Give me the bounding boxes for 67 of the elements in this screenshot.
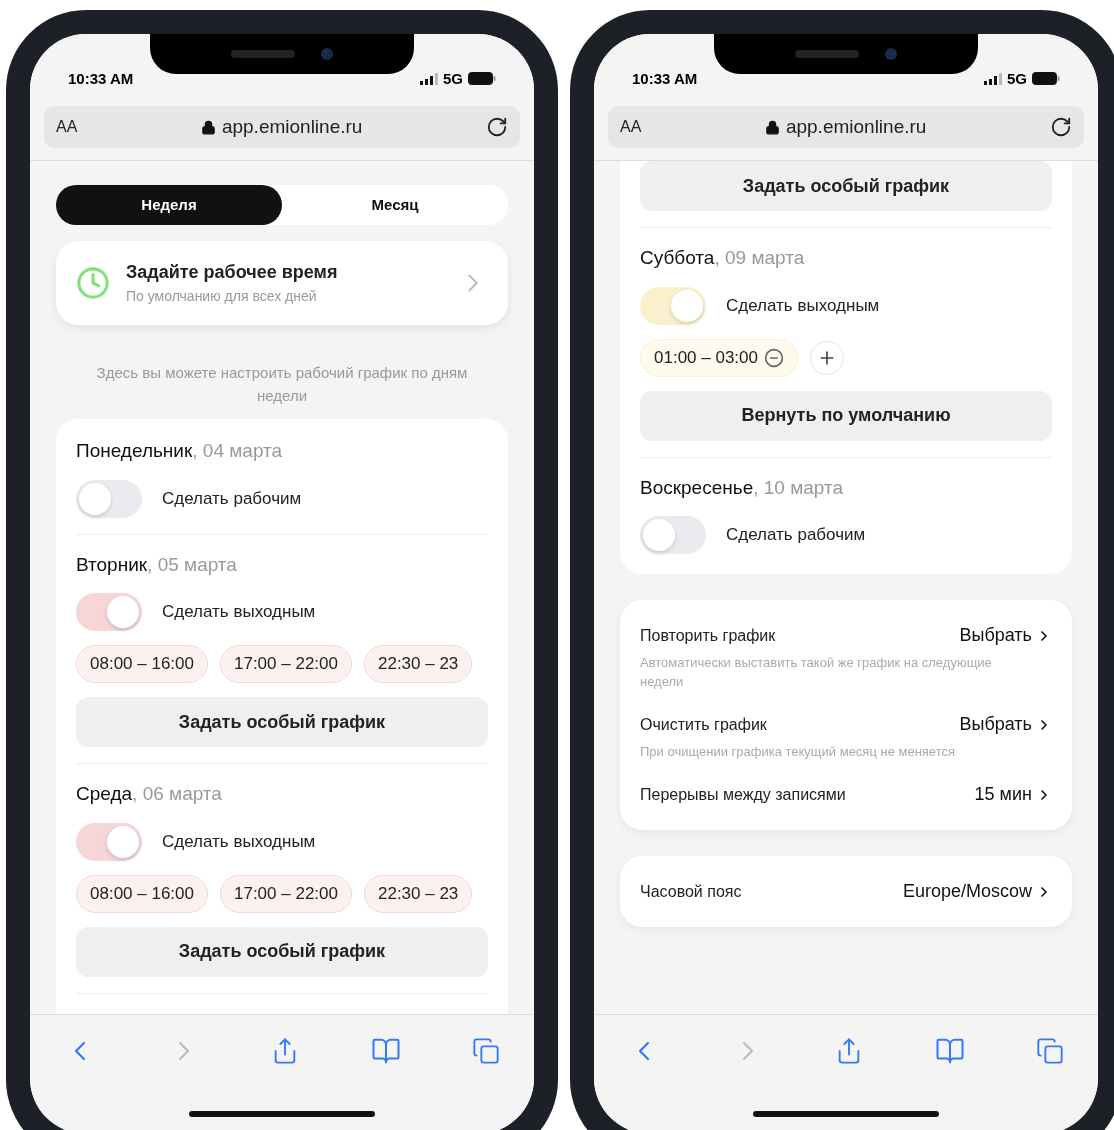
setting-description: Автоматически выставить такой же график на следующие недели [640,654,993,691]
toggle-switch[interactable] [640,286,706,325]
time-chip[interactable]: 22:30 – 23 [363,874,473,913]
toggle-label: Сделать рабочим [726,524,866,547]
address-bar[interactable]: AA app.emionline.ru [44,106,520,148]
toggle-label: Сделать выходным [162,601,316,624]
toggle-switch[interactable] [76,593,142,631]
time-chip[interactable]: 17:00 – 22:00 [220,874,352,913]
setting-label: Повторить график [640,625,776,646]
time-chip[interactable]: 17:00 – 22:00 [220,645,352,683]
time-chip[interactable]: 22:30 – 23 [363,645,473,683]
tab[interactable]: Неделя [56,185,282,225]
clock-icon [76,266,110,300]
setting-value-link[interactable]: Выбрать [959,622,1052,649]
card-title: Задайте рабочее время [126,261,339,284]
day-title: Вторник, 05 марта [76,552,238,577]
time-chip[interactable]: 01:00 – 03:00 [640,338,798,377]
text-size-button[interactable]: AA [620,115,642,139]
battery-icon [468,72,496,86]
setting-label: Очистить график [640,714,767,735]
lock-icon [764,119,780,135]
toggle-switch[interactable] [640,516,706,554]
tabs-icon[interactable] [472,1037,500,1065]
url-text: app.emionline.ru [785,114,927,139]
battery-icon [1032,72,1060,86]
text-size-button[interactable]: AA [56,115,78,139]
url-text: app.emionline.ru [221,114,363,139]
setting-label: Часовой пояс [640,881,742,902]
add-button[interactable] [810,340,844,375]
setting-value-link[interactable]: Выбрать [959,711,1052,738]
time-range: 01:00 – 03:00 [654,346,758,369]
schedule-button[interactable]: Задать особый график [76,697,488,747]
reload-icon[interactable] [1050,116,1072,138]
schedule-button[interactable]: Задать особый график [76,926,488,977]
day-title: Суббота, 09 марта [640,246,806,270]
setting-label: Перерывы между записями [640,784,846,805]
toggle-label: Сделать выходным [162,830,316,853]
tabs-icon[interactable] [1036,1037,1064,1065]
status-time: 10:33 AM [632,68,698,89]
time-chip[interactable]: 08:00 – 16:00 [76,874,208,913]
schedule-button[interactable]: Вернуть по умолчанию [640,390,1052,441]
toggle-label: Сделать выходным [726,294,880,317]
setting-value-link[interactable]: Europe/Moscow [902,878,1052,905]
working-time-card[interactable]: Задайте рабочее время По умолчанию для всех дней [56,241,508,325]
bookmarks-icon[interactable] [934,1036,965,1066]
remove-icon[interactable] [764,347,784,368]
reload-icon[interactable] [486,116,508,138]
bookmarks-icon[interactable] [370,1036,401,1066]
toggle-switch[interactable] [76,822,142,861]
network-label: 5G [1007,68,1027,89]
day-title: Понедельник, 04 марта [76,439,284,463]
status-time: 10:33 AM [68,68,134,89]
network-label: 5G [443,68,463,89]
setting-value-link[interactable]: 15 мин [974,781,1052,808]
setting-description: При очищении графика текущий месяц не меняется [640,743,956,761]
day-title: Воскресенье, 10 марта [640,475,845,500]
toggle-switch[interactable] [76,479,142,518]
schedule-button[interactable]: Задать особый график [640,161,1052,211]
toggle-label: Сделать рабочим [162,487,302,510]
time-chip[interactable]: 08:00 – 16:00 [76,645,208,683]
card-subtitle: По умолчанию для всех дней [126,287,318,306]
address-bar[interactable]: AA app.emionline.ru [608,106,1084,148]
signal-icon [420,72,438,85]
hint-text: Здесь вы можете настроить рабочий график по дням недели [95,363,469,406]
day-title: Среда, 06 марта [76,782,223,806]
signal-icon [984,72,1002,85]
lock-icon [200,119,216,135]
